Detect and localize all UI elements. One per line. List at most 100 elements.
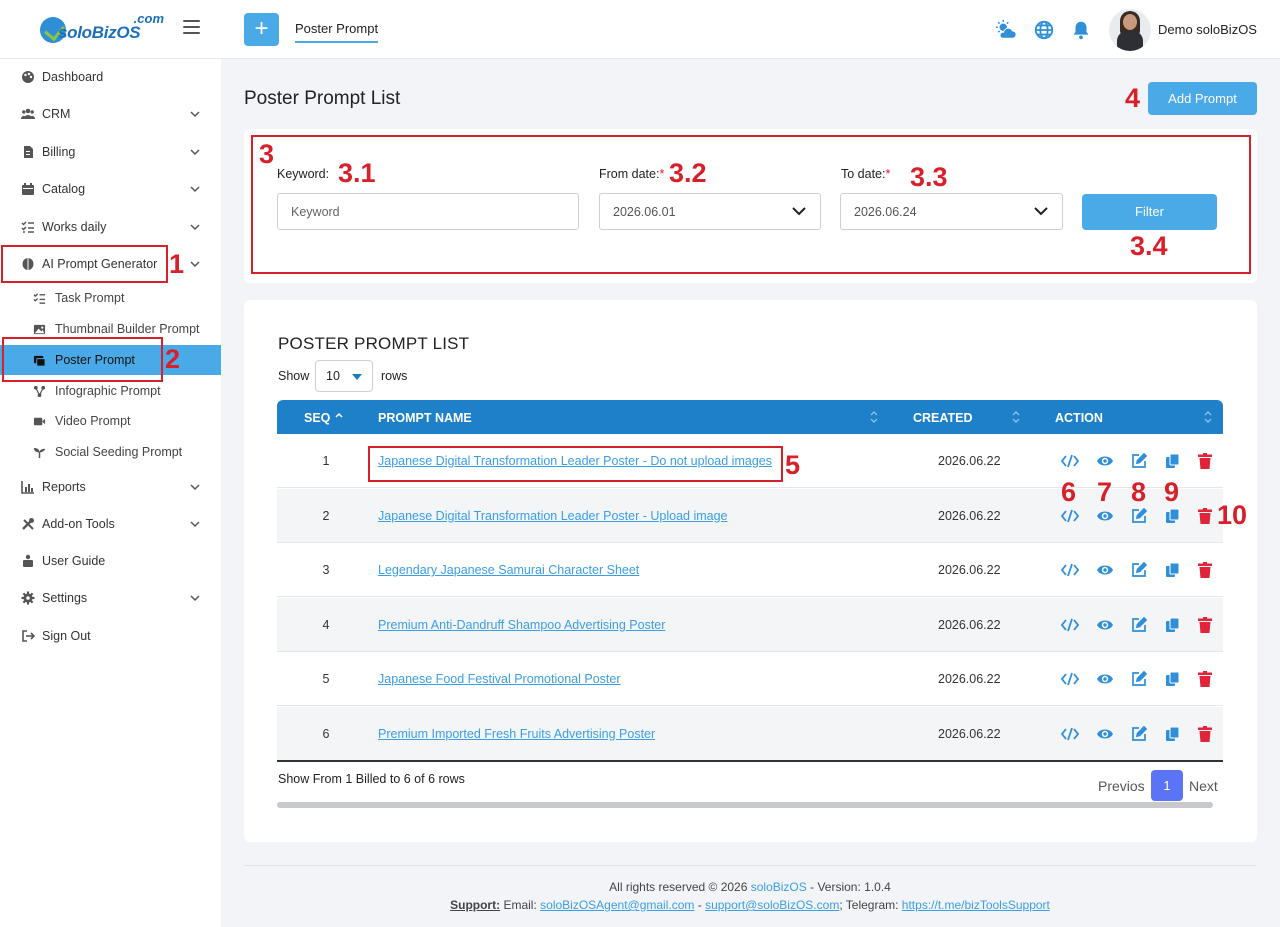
- sidebar-item-crm[interactable]: CRM: [0, 96, 221, 132]
- copy-icon[interactable]: [1164, 616, 1182, 634]
- chevron-down-icon: [190, 595, 200, 602]
- copy-icon[interactable]: [1164, 561, 1182, 579]
- sidebar-subitem-social-seeding-prompt[interactable]: Social Seeding Prompt: [0, 437, 221, 467]
- weather-icon[interactable]: [995, 19, 1017, 41]
- palette-icon: [22, 71, 34, 83]
- table-row: 2 Japanese Digital Transformation Leader …: [277, 488, 1223, 543]
- sort-icon[interactable]: [1204, 411, 1212, 423]
- sidebar-subitem-video-prompt[interactable]: Video Prompt: [0, 406, 221, 436]
- view-icon[interactable]: [1096, 725, 1114, 743]
- footer-brand-link[interactable]: soloBizOS: [751, 880, 807, 894]
- row-created-date: 2026.06.22: [938, 672, 1001, 686]
- view-icon[interactable]: [1096, 561, 1114, 579]
- sort-icon[interactable]: [870, 411, 878, 423]
- sort-asc-icon[interactable]: [335, 411, 343, 423]
- edit-icon[interactable]: [1130, 507, 1148, 525]
- sidebar-item-user-guide[interactable]: User Guide: [0, 543, 221, 579]
- pagination-previous[interactable]: Previos: [1098, 778, 1145, 794]
- annotation-label-4: 4: [1125, 83, 1141, 113]
- sidebar-item-reports[interactable]: Reports: [0, 469, 221, 505]
- top-bar: .com soloBizOS + Poster Prompt Demo solo…: [0, 0, 1280, 59]
- telegram-link[interactable]: https://t.me/bizToolsSupport: [902, 898, 1050, 912]
- copy-icon[interactable]: [1164, 670, 1182, 688]
- sidebar-item-label: CRM: [42, 107, 71, 121]
- user-name[interactable]: Demo soloBizOS: [1158, 22, 1257, 37]
- sidebar-item-label: Catalog: [42, 182, 86, 196]
- prompt-name-link[interactable]: Premium Anti-Dandruff Shampoo Advertisin…: [378, 618, 665, 632]
- code-icon[interactable]: [1060, 616, 1080, 634]
- annotation-label-3: 3: [259, 139, 275, 169]
- horizontal-scrollbar[interactable]: [277, 802, 1213, 808]
- code-icon[interactable]: [1060, 452, 1080, 470]
- support-email-link-2[interactable]: support@soloBizOS.com: [705, 898, 839, 912]
- delete-icon[interactable]: [1196, 452, 1214, 470]
- row-created-date: 2026.06.22: [938, 617, 1001, 632]
- sort-icon[interactable]: [1012, 411, 1020, 423]
- video-icon: [33, 417, 46, 425]
- annotation-box-3: [251, 135, 1251, 274]
- code-icon[interactable]: [1060, 725, 1080, 743]
- tab-poster-prompt[interactable]: Poster Prompt: [295, 21, 379, 43]
- edit-icon[interactable]: [1130, 725, 1148, 743]
- pagination-page-1[interactable]: 1: [1151, 770, 1183, 801]
- add-prompt-button[interactable]: Add Prompt: [1148, 82, 1257, 115]
- copy-icon[interactable]: [1164, 507, 1182, 525]
- sidebar-item-add-on-tools[interactable]: Add-on Tools: [0, 506, 221, 542]
- sidebar-item-label: Social Seeding Prompt: [55, 445, 183, 459]
- sidebar-item-label: Add-on Tools: [42, 517, 115, 531]
- annotation-label-5: 5: [785, 450, 801, 480]
- column-header-created[interactable]: CREATED: [913, 411, 973, 425]
- sidebar-item-sign-out[interactable]: Sign Out: [0, 618, 221, 654]
- globe-icon[interactable]: [1033, 19, 1055, 41]
- delete-icon[interactable]: [1196, 725, 1214, 743]
- quick-add-button[interactable]: +: [244, 13, 279, 46]
- avatar[interactable]: [1109, 9, 1151, 51]
- row-seq: 5: [322, 672, 330, 686]
- prompt-name-link[interactable]: Legendary Japanese Samurai Character She…: [378, 563, 639, 577]
- annotation-box-1: [1, 245, 168, 283]
- tools-icon: [22, 518, 34, 530]
- row-created-date: 2026.06.22: [938, 726, 1001, 741]
- sidebar-item-billing[interactable]: Billing: [0, 134, 221, 170]
- view-icon[interactable]: [1096, 670, 1114, 688]
- chevron-down-icon: [190, 149, 200, 156]
- table-summary: Show From 1 Billed to 6 of 6 rows: [278, 772, 465, 786]
- code-icon[interactable]: [1060, 670, 1080, 688]
- seedling-icon: [33, 447, 46, 458]
- sidebar-item-works-daily[interactable]: Works daily: [0, 209, 221, 245]
- copy-icon[interactable]: [1164, 452, 1182, 470]
- view-icon[interactable]: [1096, 452, 1114, 470]
- rows-per-page-select[interactable]: 10: [315, 360, 373, 392]
- edit-icon[interactable]: [1130, 670, 1148, 688]
- sidebar-item-dashboard[interactable]: Dashboard: [0, 59, 221, 95]
- row-seq: 6: [322, 726, 330, 741]
- prompt-name-link[interactable]: Premium Imported Fresh Fruits Advertisin…: [378, 727, 655, 741]
- logo[interactable]: .com soloBizOS: [40, 9, 166, 45]
- column-header-prompt-name[interactable]: PROMPT NAME: [378, 411, 472, 425]
- annotation-label-3-3: 3.3: [910, 162, 948, 192]
- sidebar-item-settings[interactable]: Settings: [0, 580, 221, 616]
- code-icon[interactable]: [1060, 561, 1080, 579]
- code-icon[interactable]: [1060, 507, 1080, 525]
- edit-icon[interactable]: [1130, 452, 1148, 470]
- view-icon[interactable]: [1096, 616, 1114, 634]
- delete-icon[interactable]: [1196, 616, 1214, 634]
- hamburger-menu-icon[interactable]: [183, 20, 200, 35]
- copy-icon[interactable]: [1164, 725, 1182, 743]
- prompt-name-link[interactable]: Japanese Digital Transformation Leader P…: [378, 509, 728, 523]
- delete-icon[interactable]: [1196, 507, 1214, 525]
- sidebar-subitem-task-prompt[interactable]: Task Prompt: [0, 283, 221, 313]
- edit-icon[interactable]: [1130, 616, 1148, 634]
- view-icon[interactable]: [1096, 507, 1114, 525]
- delete-icon[interactable]: [1196, 561, 1214, 579]
- bell-icon[interactable]: [1070, 19, 1092, 41]
- sidebar-item-catalog[interactable]: Catalog: [0, 171, 221, 207]
- chevron-down-icon: [190, 224, 200, 231]
- pagination-next[interactable]: Next: [1189, 778, 1218, 794]
- delete-icon[interactable]: [1196, 670, 1214, 688]
- prompt-name-link[interactable]: Japanese Food Festival Promotional Poste…: [378, 672, 621, 686]
- support-email-link-1[interactable]: soloBizOSAgent@gmail.com: [540, 898, 694, 912]
- edit-icon[interactable]: [1130, 561, 1148, 579]
- annotation-label-8: 8: [1131, 477, 1147, 507]
- column-header-seq[interactable]: SEQ: [304, 411, 330, 425]
